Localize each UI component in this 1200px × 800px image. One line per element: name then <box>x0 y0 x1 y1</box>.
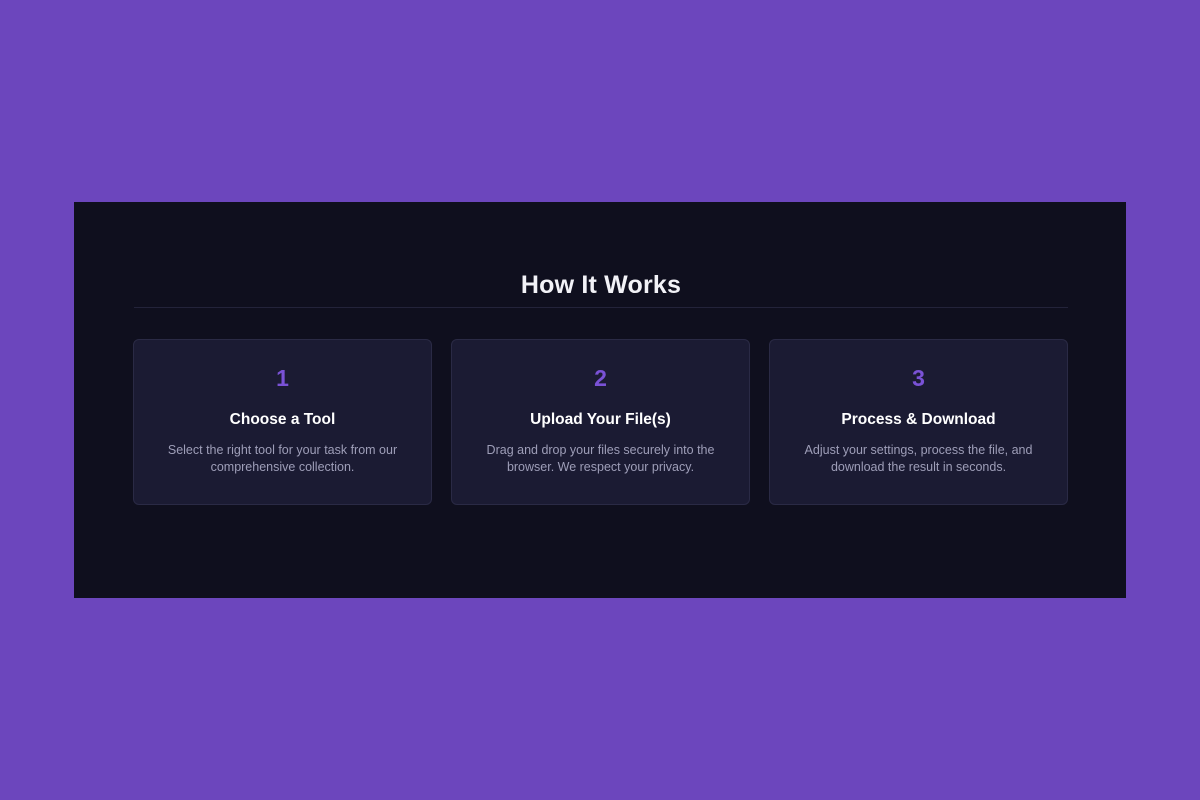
step-number: 2 <box>594 365 607 391</box>
step-title: Upload Your File(s) <box>530 411 671 428</box>
step-description: Drag and drop your files securely into t… <box>486 443 715 474</box>
step-description: Adjust your settings, process the file, … <box>804 443 1033 474</box>
step-card-upload-files: 2 Upload Your File(s) Drag and drop your… <box>451 339 750 505</box>
step-card-choose-tool: 1 Choose a Tool Select the right tool fo… <box>133 339 432 505</box>
how-it-works-section: How It Works 1 Choose a Tool Select the … <box>74 202 1126 598</box>
step-title: Choose a Tool <box>229 411 336 428</box>
title-divider <box>134 307 1068 308</box>
step-description: Select the right tool for your task from… <box>167 443 398 474</box>
step-title: Process & Download <box>841 411 996 428</box>
steps-list: 1 Choose a Tool Select the right tool fo… <box>133 339 1070 506</box>
step-number: 1 <box>276 365 289 391</box>
step-card-process-download: 3 Process & Download Adjust your setting… <box>769 339 1068 505</box>
section-title: How It Works <box>520 271 682 299</box>
step-number: 3 <box>912 365 925 391</box>
